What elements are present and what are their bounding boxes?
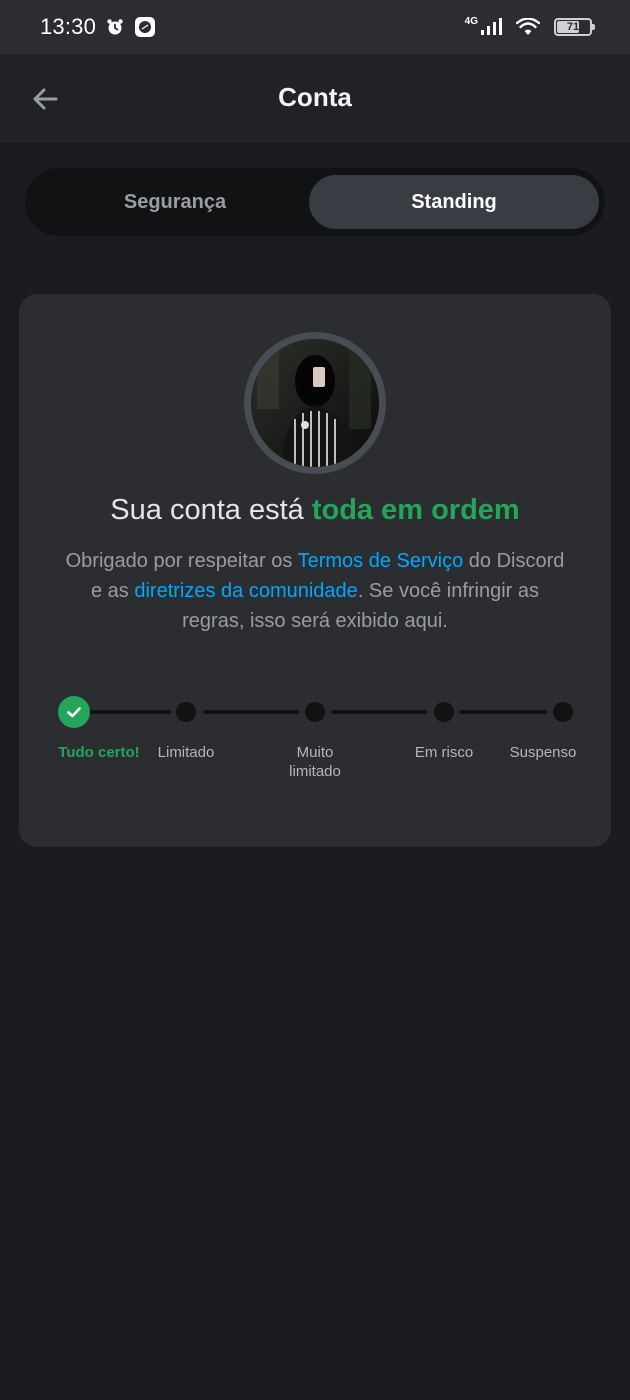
terms-of-service-link[interactable]: Termos de Serviço	[298, 550, 464, 572]
checkmark-icon	[67, 707, 81, 718]
step-dot	[434, 702, 454, 722]
step-dot	[305, 702, 325, 722]
step-label-very-limited-line1: Muito	[296, 744, 334, 761]
step-label-very-limited-line2: limitado	[289, 763, 341, 780]
tab-standing[interactable]: Standing	[309, 175, 599, 229]
avatar-image	[251, 339, 379, 467]
status-left: 13:30	[40, 14, 156, 40]
step-dot	[176, 702, 196, 722]
battery-level: 71	[566, 21, 580, 33]
status-right: 4G 71	[464, 15, 595, 36]
track-segment	[203, 710, 299, 714]
step-dot	[553, 702, 573, 722]
step-label-very-limited: Muito limitado	[265, 743, 365, 781]
standing-description: Obrigado por respeitar os Termos de Serv…	[59, 546, 571, 636]
track-segment	[89, 710, 171, 714]
community-guidelines-link[interactable]: diretrizes da comunidade	[134, 580, 357, 602]
avatar	[251, 339, 379, 467]
standing-headline: Sua conta está toda em ordem	[19, 494, 611, 527]
network-type: 4G	[464, 15, 478, 27]
tab-bar: Standing Segurança	[25, 168, 605, 236]
step-label-limited: Limitado	[157, 744, 215, 761]
alarm-icon	[106, 18, 124, 36]
headline-status: toda em ordem	[311, 494, 520, 526]
step-label-suspended: Suspenso	[509, 744, 577, 761]
status-bar: 13:30 4G 71	[0, 0, 630, 54]
status-time: 13:30	[40, 14, 97, 39]
track-segment	[331, 710, 427, 714]
step-dot-current	[58, 696, 90, 728]
wifi-icon	[516, 18, 540, 36]
track-segment	[459, 710, 547, 714]
signal-icon	[480, 18, 502, 36]
page-title: Conta	[278, 82, 352, 112]
step-label-at-risk: Em risco	[414, 744, 474, 761]
headline-prefix: Sua conta está	[110, 494, 312, 526]
tab-security[interactable]: Segurança	[33, 175, 317, 229]
avatar-ring	[244, 332, 386, 474]
desc-text-1: Obrigado por respeitar os	[65, 550, 298, 572]
standing-card: Sua conta está toda em ordem Obrigado po…	[19, 294, 611, 847]
app-header: Conta	[0, 54, 630, 144]
app-notification-icon	[134, 16, 156, 38]
battery-icon: 71	[554, 18, 595, 36]
